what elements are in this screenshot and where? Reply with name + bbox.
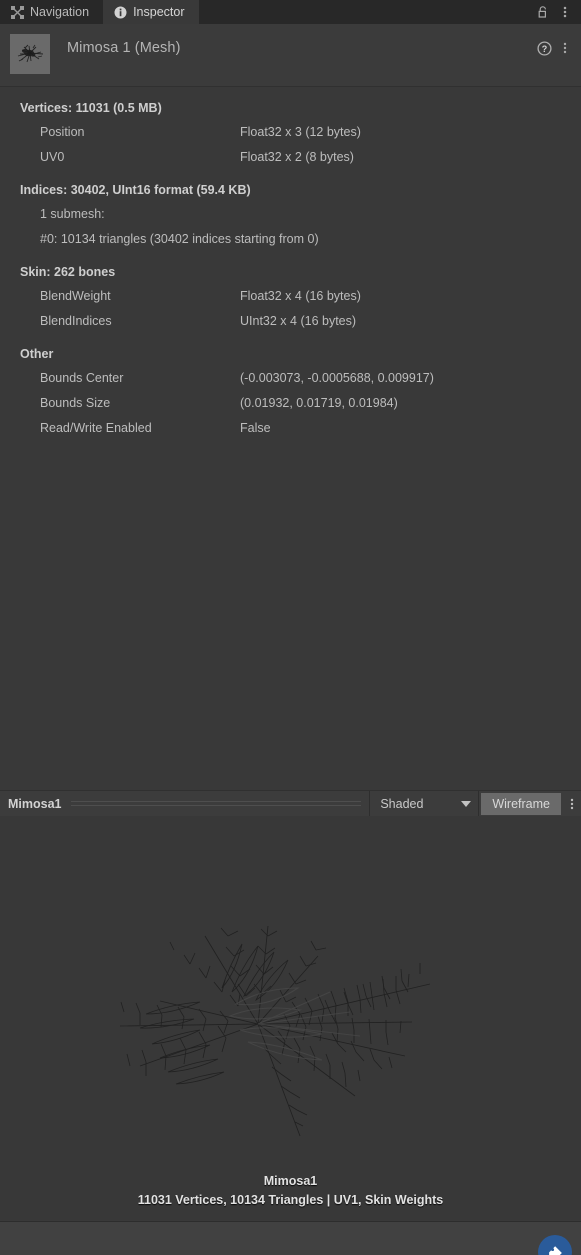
info-label: Read/Write Enabled: [40, 420, 152, 435]
editor-tab-bar: Navigation Inspector: [0, 0, 581, 24]
shading-mode-dropdown[interactable]: Shaded: [369, 790, 480, 817]
info-row-blendweight: BlendWeight Float32 x 4 (16 bytes): [0, 283, 581, 308]
object-header: Mimosa 1 (Mesh) ?: [0, 24, 581, 86]
info-label: Bounds Center: [40, 370, 124, 385]
navigation-icon: [11, 5, 24, 19]
info-value: (0.01932, 0.01719, 0.01984): [240, 395, 398, 410]
preview-toolbar: Mimosa1 Shaded Wireframe: [0, 790, 581, 817]
page-title: Mimosa 1 (Mesh): [67, 40, 181, 56]
info-value: False: [240, 420, 271, 435]
object-header-actions: ?: [534, 38, 575, 58]
info-label: BlendWeight: [40, 288, 111, 303]
shading-mode-value: Shaded: [380, 796, 424, 811]
toolbar-rule: [70, 801, 362, 806]
tab-inspector-label: Inspector: [133, 5, 185, 19]
section-heading-vertices: Vertices: 11031 (0.5 MB): [20, 101, 162, 115]
tab-bar-actions: [533, 0, 581, 24]
info-label: Bounds Size: [40, 395, 111, 410]
tab-navigation[interactable]: Navigation: [0, 0, 103, 24]
preview-status-line-2: 11031 Vertices, 10134 Triangles | UV1, S…: [137, 1193, 444, 1207]
preview-object-name: Mimosa1: [8, 796, 62, 811]
kebab-menu-icon[interactable]: [563, 797, 581, 811]
section-heading-other: Other: [20, 347, 54, 361]
info-row-submesh-0: #0: 10134 triangles (30402 indices start…: [40, 231, 319, 246]
info-label: BlendIndices: [40, 313, 112, 328]
help-question-icon[interactable]: ?: [534, 38, 554, 58]
info-row-submesh-count: 1 submesh:: [40, 206, 105, 221]
tab-inspector[interactable]: Inspector: [103, 0, 199, 24]
preview-status-line-1: Mimosa1: [263, 1174, 318, 1188]
wireframe-toggle-label: Wireframe: [492, 796, 550, 811]
info-row-position: Position Float32 x 3 (12 bytes): [0, 119, 581, 144]
mesh-info-body: Vertices: 11031 (0.5 MB) Position Float3…: [0, 87, 581, 440]
info-row-blendindices: BlendIndices UInt32 x 4 (16 bytes): [0, 308, 581, 333]
info-value: Float32 x 3 (12 bytes): [240, 124, 361, 139]
info-value: Float32 x 2 (8 bytes): [240, 149, 354, 164]
wireframe-toggle-button[interactable]: Wireframe: [481, 792, 561, 815]
svg-text:?: ?: [541, 44, 547, 54]
info-label: Position: [40, 124, 85, 139]
kebab-menu-icon[interactable]: [555, 38, 575, 58]
tag-label-icon[interactable]: [538, 1235, 572, 1255]
info-value: Float32 x 4 (16 bytes): [240, 288, 361, 303]
chevron-down-icon: [461, 800, 472, 807]
info-row-read-write-enabled: Read/Write Enabled False: [0, 415, 581, 440]
mesh-preview-viewport[interactable]: Mimosa1 11031 Vertices, 10134 Triangles …: [0, 816, 581, 1220]
plant-wireframe-mesh: [119, 925, 431, 1137]
info-row-uv0: UV0 Float32 x 2 (8 bytes): [0, 144, 581, 169]
tab-navigation-label: Navigation: [30, 5, 90, 19]
info-icon: [114, 6, 127, 19]
info-value: UInt32 x 4 (16 bytes): [240, 313, 357, 328]
section-heading-skin: Skin: 262 bones: [20, 265, 116, 279]
info-row-bounds-size: Bounds Size (0.01932, 0.01719, 0.01984): [0, 390, 581, 415]
preview-status-text: Mimosa1 11031 Vertices, 10134 Triangles …: [0, 1172, 581, 1210]
section-heading-indices: Indices: 30402, UInt16 format (59.4 KB): [20, 183, 251, 197]
mesh-preview-thumbnail[interactable]: [10, 34, 50, 74]
info-value: (-0.003073, -0.0005688, 0.009917): [240, 370, 434, 385]
unlocked-padlock-icon[interactable]: [533, 2, 553, 22]
info-row-bounds-center: Bounds Center (-0.003073, -0.0005688, 0.…: [0, 365, 581, 390]
kebab-menu-icon[interactable]: [555, 2, 575, 22]
bottom-status-bar: [0, 1221, 581, 1255]
info-label: UV0: [40, 149, 65, 164]
